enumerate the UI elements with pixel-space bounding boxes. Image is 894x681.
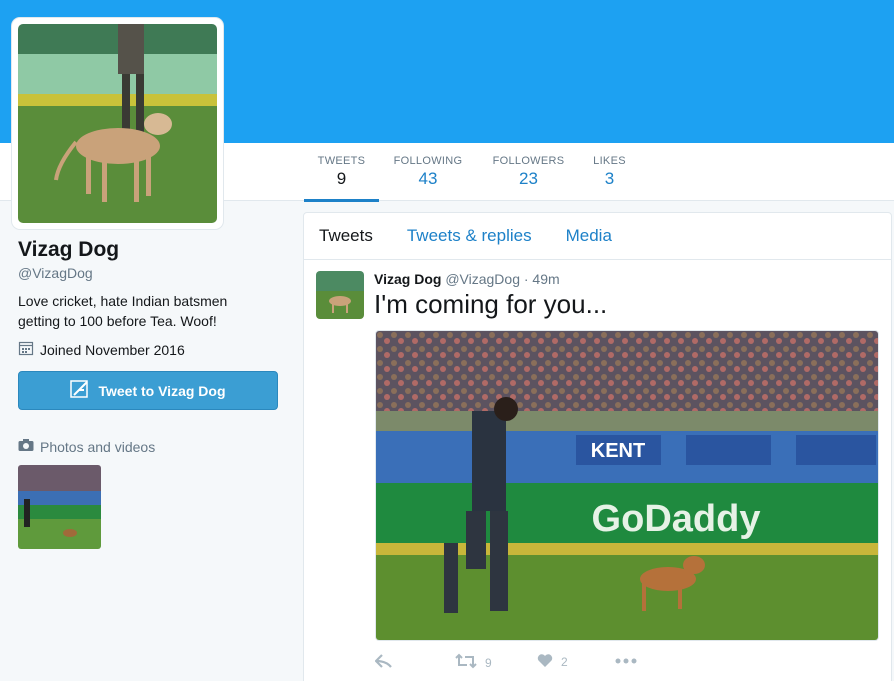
stat-tweets[interactable]: TWEETS 9	[304, 143, 379, 202]
heart-icon	[537, 653, 553, 671]
photos-videos-label: Photos and videos	[40, 438, 156, 455]
stat-likes[interactable]: LIKES 3	[588, 143, 631, 201]
tweet-avatar[interactable]	[316, 271, 364, 319]
tweet-avatar-image	[316, 271, 364, 319]
stat-followers-value: 23	[519, 169, 538, 188]
thumbnail-image	[18, 465, 101, 549]
tweet-actions: 9 2	[374, 653, 675, 673]
retweet-icon	[455, 653, 477, 672]
more-icon	[615, 653, 637, 667]
tab-media[interactable]: Media	[566, 226, 612, 246]
more-button[interactable]	[615, 653, 637, 667]
stat-likes-value: 3	[604, 169, 615, 188]
tweet-photo: KENT GoDaddy	[376, 331, 878, 640]
stat-tweets-value: 9	[336, 169, 347, 188]
profile-sidebar: Vizag Dog @VizagDog Love cricket, hate I…	[18, 238, 283, 549]
tweet-author-handle[interactable]: @VizagDog	[445, 271, 520, 287]
camera-icon	[18, 438, 34, 455]
photo-thumbnail[interactable]	[18, 465, 101, 549]
stat-followers-label: FOLLOWERS	[492, 155, 565, 167]
like-button[interactable]: 2	[537, 653, 568, 671]
feather-icon	[70, 380, 90, 401]
stat-tweets-label: TWEETS	[317, 155, 366, 167]
stat-followers[interactable]: FOLLOWERS 23	[490, 143, 567, 201]
stat-following-value: 43	[418, 169, 438, 188]
profile-joined: Joined November 2016	[18, 340, 283, 359]
reply-icon	[374, 653, 393, 672]
stat-likes-label: LIKES	[593, 155, 626, 167]
tweet-to-button[interactable]: Tweet to Vizag Dog	[18, 371, 278, 410]
profile-bio: Love cricket, hate Indian batsmen gettin…	[18, 293, 228, 329]
dog-photo	[18, 24, 217, 223]
stat-following-label: FOLLOWING	[393, 155, 463, 167]
profile-name[interactable]: Vizag Dog	[18, 238, 283, 262]
sponsor-board-text: GoDaddy	[592, 498, 761, 540]
like-count: 2	[561, 655, 568, 669]
calendar-icon	[18, 340, 34, 359]
tab-tweets-replies[interactable]: Tweets & replies	[407, 226, 532, 246]
profile-joined-text: Joined November 2016	[40, 341, 185, 358]
timeline: Tweets Tweets & replies Media Vizag Dog …	[303, 212, 892, 681]
tweet-text: I'm coming for you...	[374, 289, 608, 319]
tweet-to-button-label: Tweet to Vizag Dog	[98, 382, 226, 399]
retweet-count: 9	[485, 655, 492, 670]
tweet-header: Vizag Dog @VizagDog · 49m	[374, 271, 560, 287]
timeline-tabs: Tweets Tweets & replies Media	[304, 213, 891, 260]
tab-tweets[interactable]: Tweets	[319, 226, 373, 246]
reply-button[interactable]	[374, 653, 393, 672]
tweet-media[interactable]: KENT GoDaddy	[375, 330, 879, 641]
retweet-button[interactable]: 9	[455, 653, 492, 672]
profile-handle[interactable]: @VizagDog	[18, 265, 283, 281]
tweet-timestamp[interactable]: · 49m	[524, 271, 560, 287]
profile-avatar[interactable]	[12, 18, 223, 229]
stat-following[interactable]: FOLLOWING 43	[390, 143, 466, 201]
kent-board-text: KENT	[591, 440, 645, 462]
photos-videos-header[interactable]: Photos and videos	[18, 438, 283, 455]
profile-avatar-image	[18, 24, 217, 223]
tweet-author-name[interactable]: Vizag Dog	[374, 271, 441, 287]
